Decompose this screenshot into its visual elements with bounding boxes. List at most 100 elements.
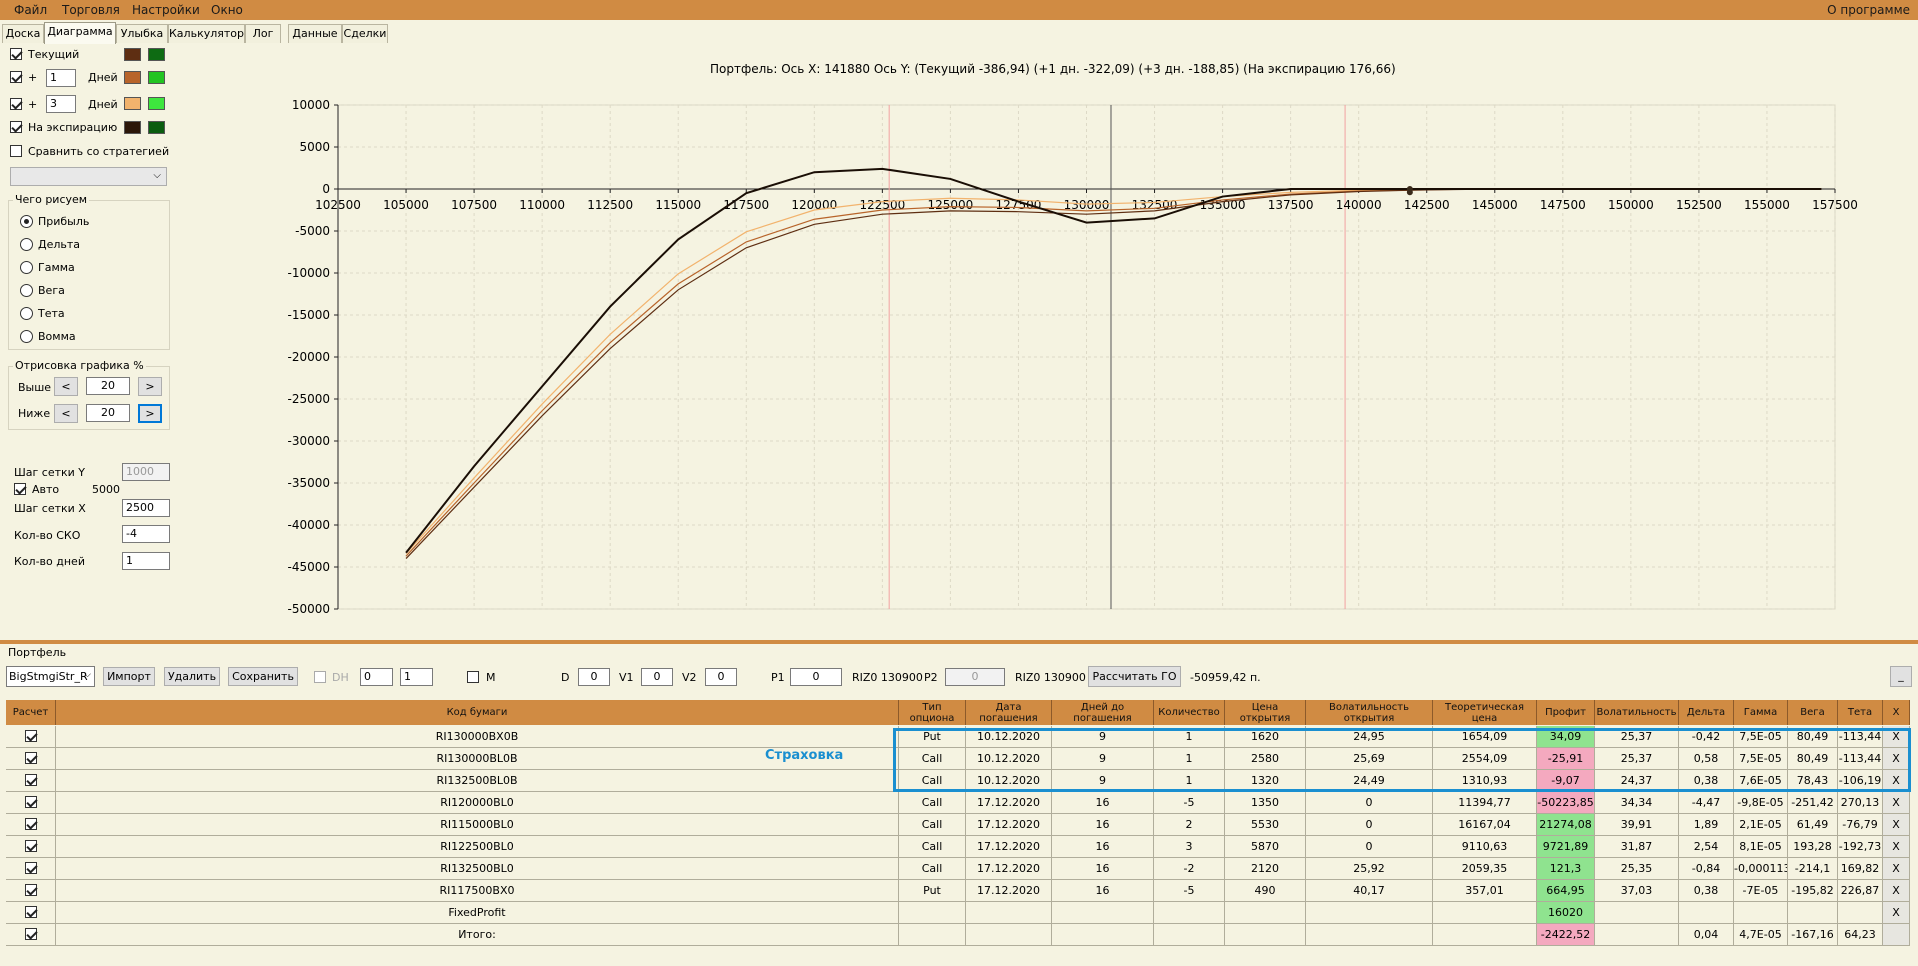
column-header[interactable]: Дата погашения xyxy=(966,700,1052,725)
calculate-go-button[interactable]: Рассчитать ГО xyxy=(1088,666,1181,687)
v2-label: V2 xyxy=(682,671,697,684)
table-cell: 21274,08 xyxy=(1537,814,1595,836)
table-cell: 9110,63 xyxy=(1433,836,1537,858)
table-cell: Call xyxy=(899,814,966,836)
table-cell: -0,000113 xyxy=(1734,858,1788,880)
table-cell xyxy=(1433,902,1537,924)
dh-checkbox[interactable] xyxy=(314,671,326,683)
save-button[interactable]: Сохранить xyxy=(228,667,298,686)
table-cell: -76,79 xyxy=(1838,814,1883,836)
table-cell: 40,17 xyxy=(1306,880,1433,902)
calc-checkbox[interactable] xyxy=(25,862,37,874)
calc-checkbox[interactable] xyxy=(25,928,37,940)
column-header[interactable]: X xyxy=(1883,700,1910,725)
d-input[interactable]: 0 xyxy=(578,668,610,686)
dh-stepper-2[interactable]: 1 xyxy=(400,668,433,686)
table-row[interactable]: RI120000BL0 Call 17.12.2020 16 -5 1350 0 11394,… xyxy=(6,792,1910,814)
table-row[interactable]: RI115000BL0 Call 17.12.2020 16 2 5530 0 16167,0… xyxy=(6,814,1910,836)
column-header[interactable]: Дельта xyxy=(1679,700,1734,725)
table-cell: -0,84 xyxy=(1679,858,1734,880)
y-tick-label: 10000 xyxy=(292,98,330,112)
table-cell: 16 xyxy=(1052,792,1154,814)
delete-row-button[interactable]: X xyxy=(1883,880,1910,902)
p1-input[interactable]: 0 xyxy=(790,668,842,686)
strategy-select[interactable]: BigStmgiStr_R ⌵ xyxy=(6,666,95,687)
column-header[interactable]: Волатильность открытия xyxy=(1306,700,1433,725)
column-header[interactable]: Волатильность xyxy=(1595,700,1679,725)
delete-row-button[interactable]: X xyxy=(1883,858,1910,880)
v1-input[interactable]: 0 xyxy=(641,668,673,686)
table-cell: Put xyxy=(899,880,966,902)
x-tick-label: 152500 xyxy=(1676,198,1722,212)
panel-divider[interactable] xyxy=(0,640,1918,644)
calc-cell xyxy=(6,748,56,770)
table-cell: 1,89 xyxy=(1679,814,1734,836)
delete-row-button[interactable] xyxy=(1883,924,1910,946)
column-header[interactable]: Теоретическая цена xyxy=(1433,700,1537,725)
x-tick-label: 155000 xyxy=(1744,198,1790,212)
column-header[interactable]: Тип опциона xyxy=(899,700,966,725)
table-cell: 31,87 xyxy=(1595,836,1679,858)
delete-button[interactable]: Удалить xyxy=(164,667,220,686)
v2-input[interactable]: 0 xyxy=(705,668,737,686)
table-cell: FixedProfit xyxy=(56,902,899,924)
x-tick-label: 140000 xyxy=(1336,198,1382,212)
table-row[interactable]: RI122500BL0 Call 17.12.2020 16 3 5870 0 9110,63… xyxy=(6,836,1910,858)
column-header[interactable]: Тета xyxy=(1838,700,1883,725)
calc-checkbox[interactable] xyxy=(25,818,37,830)
delete-row-button[interactable]: X xyxy=(1883,792,1910,814)
y-tick-label: -50000 xyxy=(287,602,330,616)
table-cell: 2120 xyxy=(1225,858,1306,880)
table-row[interactable]: FixedProfit 16020 X xyxy=(6,902,1910,924)
dh-stepper-1[interactable]: 0 xyxy=(360,668,393,686)
x-tick-label: 142500 xyxy=(1404,198,1450,212)
minimize-button[interactable]: _ xyxy=(1890,666,1912,687)
table-cell: 0 xyxy=(1306,792,1433,814)
calc-checkbox[interactable] xyxy=(25,884,37,896)
y-tick-label: -15000 xyxy=(287,308,330,322)
calc-checkbox[interactable] xyxy=(25,774,37,786)
calc-cell xyxy=(6,858,56,880)
column-header[interactable]: Дней до погашения xyxy=(1052,700,1154,725)
m-checkbox[interactable] xyxy=(467,671,479,683)
calc-checkbox[interactable] xyxy=(25,840,37,852)
table-cell: 0 xyxy=(1306,836,1433,858)
table-cell: 16 xyxy=(1052,858,1154,880)
calc-checkbox[interactable] xyxy=(25,730,37,742)
column-header[interactable]: Цена открытия xyxy=(1225,700,1306,725)
table-cell: -9,8E-05 xyxy=(1734,792,1788,814)
table-cell xyxy=(1838,902,1883,924)
delete-row-button[interactable]: X xyxy=(1883,836,1910,858)
y-tick-label: -45000 xyxy=(287,560,330,574)
p2-input[interactable]: 0 xyxy=(945,668,1005,686)
x-tick-label: 102500 xyxy=(315,198,361,212)
column-header[interactable]: Профит xyxy=(1537,700,1595,725)
table-cell: 16 xyxy=(1052,814,1154,836)
table-row[interactable]: RI117500BX0 Put 17.12.2020 16 -5 490 40,17 357,… xyxy=(6,880,1910,902)
table-cell: 2059,35 xyxy=(1433,858,1537,880)
delete-row-button[interactable]: X xyxy=(1883,902,1910,924)
table-cell: -50223,85 xyxy=(1537,792,1595,814)
column-header[interactable]: Вега xyxy=(1788,700,1838,725)
column-header[interactable]: Гамма xyxy=(1734,700,1788,725)
delete-row-button[interactable]: X xyxy=(1883,814,1910,836)
table-cell: Итого: xyxy=(56,924,899,946)
calc-checkbox[interactable] xyxy=(25,796,37,808)
table-cell: RI122500BL0 xyxy=(56,836,899,858)
table-cell: -214,1 xyxy=(1788,858,1838,880)
portfolio-label: Портфель xyxy=(8,646,67,659)
column-header[interactable]: Код бумаги xyxy=(56,700,899,725)
import-button[interactable]: Импорт xyxy=(103,667,155,686)
column-header[interactable]: Количество xyxy=(1154,700,1225,725)
column-header[interactable]: Расчет xyxy=(6,700,56,725)
table-row[interactable]: Итого: -2422,52 0,04 4,7E-05 -167,16 64,23 xyxy=(6,924,1910,946)
table-cell: 11394,77 xyxy=(1433,792,1537,814)
calc-checkbox[interactable] xyxy=(25,752,37,764)
pnl-chart[interactable]: 102500 105000 107500 110000 112500 115000 1175… xyxy=(0,0,1918,640)
table-cell: 0,04 xyxy=(1679,924,1734,946)
calc-checkbox[interactable] xyxy=(25,906,37,918)
table-cell: 121,3 xyxy=(1537,858,1595,880)
table-cell: 8,1E-05 xyxy=(1734,836,1788,858)
table-row[interactable]: RI132500BL0 Call 17.12.2020 16 -2 2120 25,92 20… xyxy=(6,858,1910,880)
p2-label: P2 xyxy=(924,671,938,684)
